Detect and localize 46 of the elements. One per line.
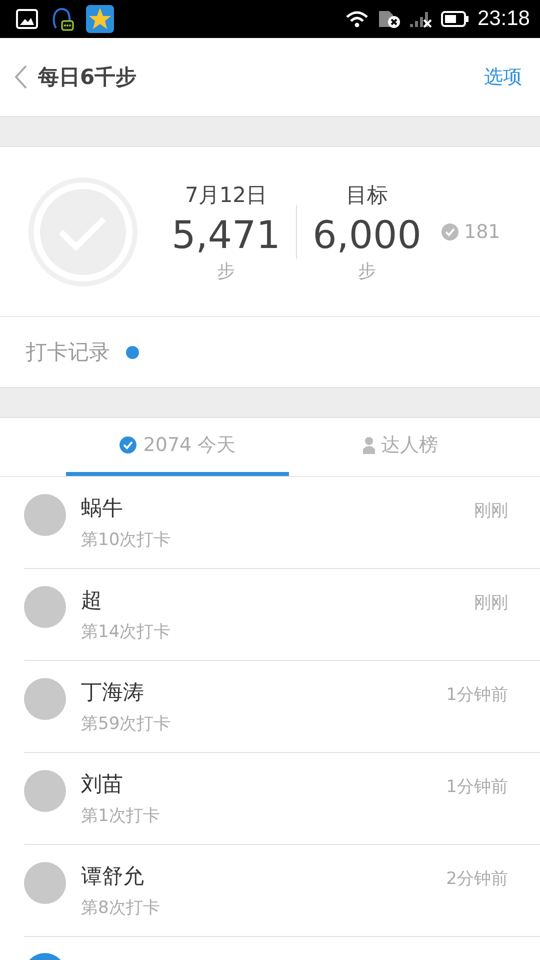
checkin-row[interactable]: 超 第14次打卡 刚刚	[24, 569, 540, 661]
sim-card-icon	[377, 9, 402, 29]
checkin-detail: 第14次打卡	[81, 621, 172, 643]
user-name: 谭舒允	[81, 863, 145, 890]
avatar-placeholder	[24, 586, 66, 628]
chat-bubble-icon	[50, 6, 74, 32]
checkin-detail: 第8次打卡	[81, 897, 161, 919]
checkin-row[interactable]: 刘苗 第1次打卡 1分钟前	[24, 753, 540, 845]
wifi-icon	[345, 10, 370, 28]
avatar-placeholder	[24, 862, 66, 904]
checkin-row[interactable]: 蜗牛 第10次打卡 刚刚	[24, 477, 540, 569]
user-name: 丁海涛	[81, 679, 145, 706]
person-icon	[363, 436, 375, 454]
goal-count: 6,000	[312, 212, 422, 256]
checkin-row[interactable]: 丁海涛 第59次打卡 1分钟前	[24, 661, 540, 753]
back-icon	[14, 64, 28, 90]
user-name: 蜗牛	[81, 495, 124, 522]
checkin-time: 1分钟前	[446, 684, 508, 706]
checkin-time: 1分钟前	[446, 776, 508, 798]
unit-label: 步	[217, 260, 235, 282]
avatar-placeholder	[24, 678, 66, 720]
check-icon	[441, 222, 459, 240]
status-time: 23:18	[477, 7, 530, 31]
unit-label: 步	[358, 260, 376, 282]
user-name: 刘苗	[81, 771, 124, 798]
date-label: 7月12日	[184, 182, 268, 208]
checkin-detail: 第59次打卡	[81, 713, 172, 735]
avatar-placeholder	[24, 494, 66, 536]
checkin-time: 刚刚	[474, 500, 508, 522]
picture-icon	[16, 9, 38, 29]
checkin-detail: 第10次打卡	[81, 529, 172, 551]
avatar-placeholder	[24, 770, 66, 812]
record-label: 打卡记录	[26, 339, 110, 366]
star-app-icon	[86, 5, 114, 33]
goal-label: 目标	[346, 182, 388, 208]
checkin-time: 刚刚	[474, 592, 508, 614]
signal-icon	[409, 10, 434, 28]
checkin-detail: 第1次打卡	[81, 805, 161, 827]
checkin-time: 2分钟前	[446, 868, 508, 890]
check-icon	[119, 436, 138, 454]
step-count: 5,471	[172, 212, 280, 256]
battery-icon	[441, 10, 470, 28]
user-name: 超	[81, 587, 103, 614]
checkin-count: 181	[464, 220, 500, 242]
checkin-row[interactable]: 谭舒允 第8次打卡 2分钟前	[24, 845, 540, 937]
page-title: 每日6千步	[38, 64, 138, 91]
